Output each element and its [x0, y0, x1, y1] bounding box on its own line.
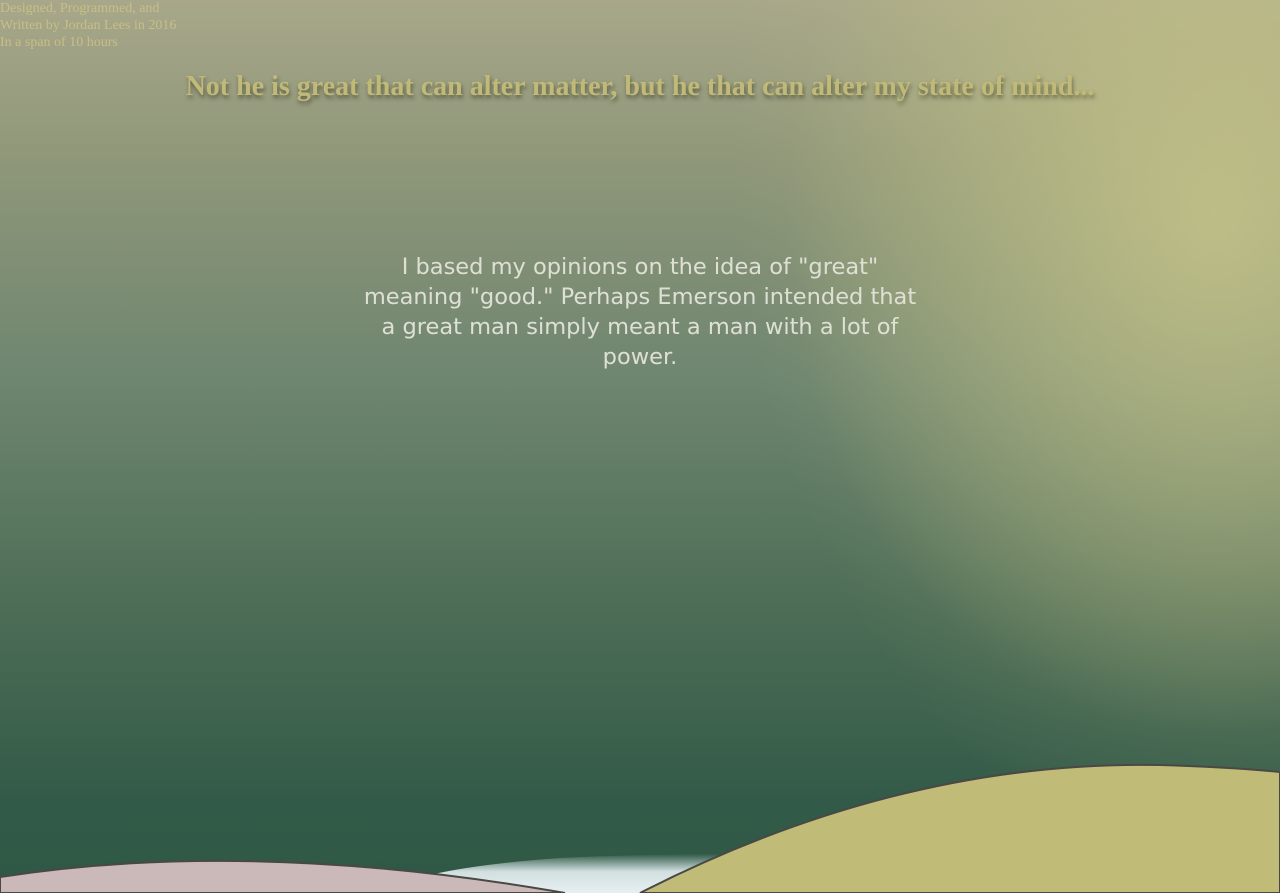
hills-scene — [0, 763, 1280, 893]
hill-right — [639, 763, 1280, 893]
